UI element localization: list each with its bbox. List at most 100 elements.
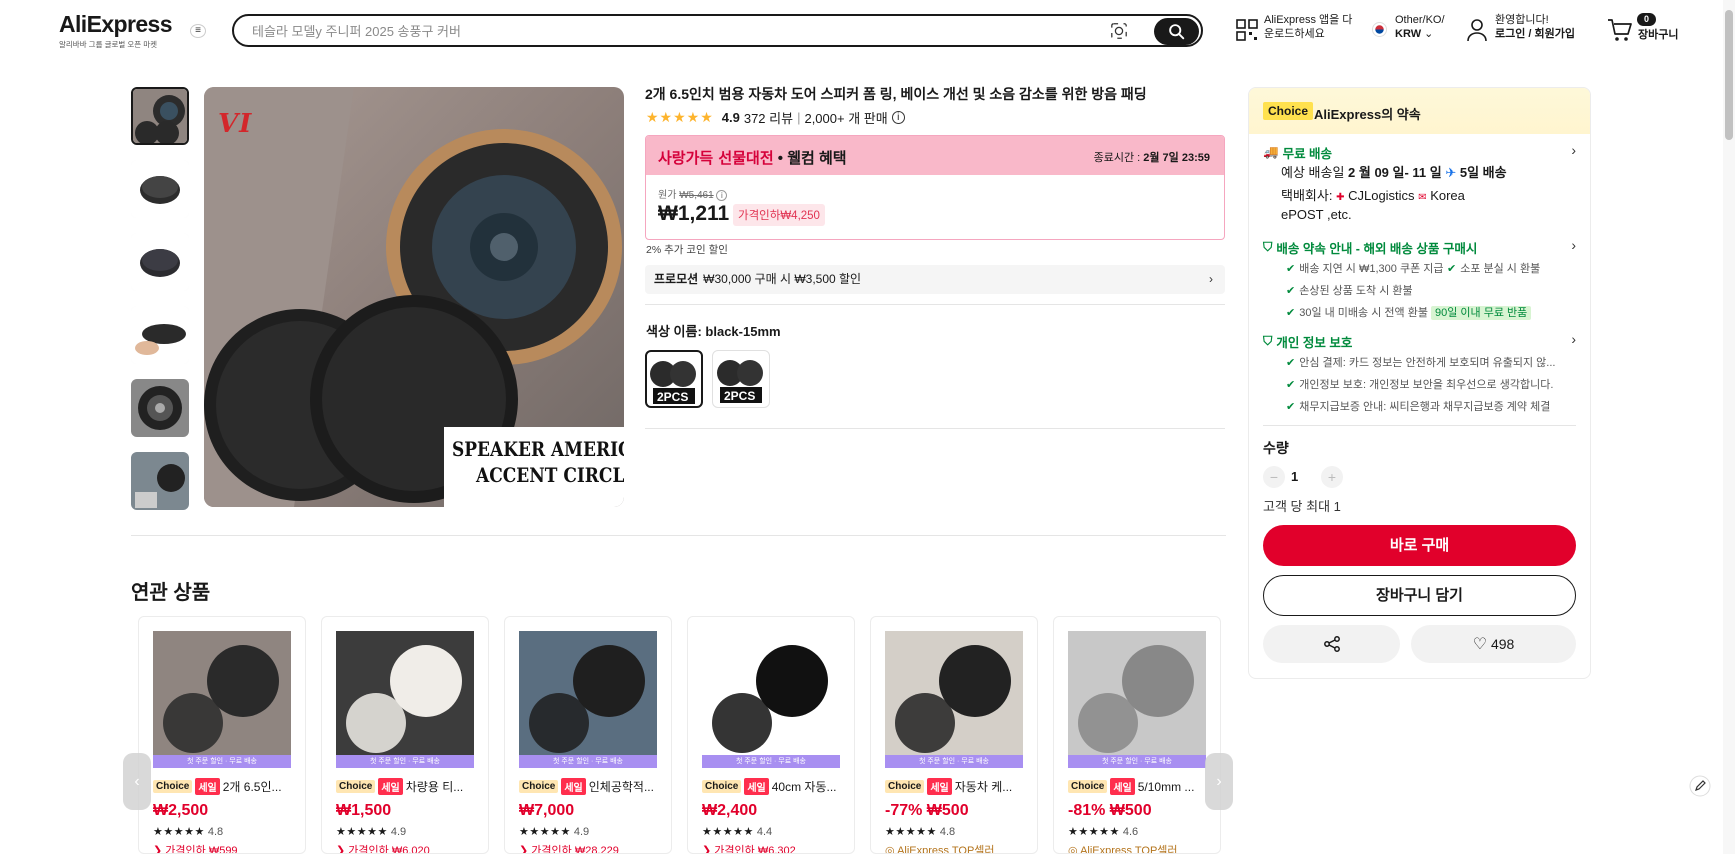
chevron-right-icon[interactable]: › xyxy=(1571,237,1576,253)
rating-stars: ★★★★★ xyxy=(702,826,754,838)
end-time-value: 2월 7일 23:59 xyxy=(1143,152,1210,164)
thumbnail[interactable] xyxy=(131,160,189,218)
thumbnail[interactable] xyxy=(131,452,189,510)
logo-text: AliExpress xyxy=(59,11,173,37)
page-scrollbar[interactable] xyxy=(1723,0,1735,854)
product-thumbnail[interactable] xyxy=(885,631,1023,755)
choice-tag: Choice xyxy=(1068,780,1108,793)
image-search-icon[interactable] xyxy=(1110,22,1128,40)
color-swatch-black-15mm[interactable]: 2PCS xyxy=(645,350,703,408)
color-label-key: 색상 이름: xyxy=(646,324,702,339)
promo-strip: 첫 주문 할인 · 무료 배송 xyxy=(885,755,1023,768)
region-currency-selector[interactable]: Other/KO/ KRW ⌄ xyxy=(1395,13,1445,41)
header: AliExpress 알리바바 그룹 글로벌 오픈 마켓 ≡ AliExpres… xyxy=(0,0,1735,60)
product-rating: ★★★★★ 4.8 xyxy=(153,825,223,838)
cart-icon[interactable] xyxy=(1607,18,1633,42)
related-product-card[interactable]: 첫 주문 할인 · 무료 배송 Choice 세일 5/10mm ... -81% ₩5… xyxy=(1053,616,1221,854)
rating-value: 4.8 xyxy=(939,826,956,838)
thumbnail[interactable] xyxy=(131,379,189,437)
product-thumbnail[interactable] xyxy=(519,631,657,755)
check-icon: ✔ xyxy=(1286,285,1296,297)
guarantee-item: ✔ 손상된 상품 도착 시 환불 xyxy=(1286,282,1413,298)
product-name: 인체공학적... xyxy=(588,780,654,794)
delivery-prefix: 예상 배송일 xyxy=(1281,165,1349,180)
free-shipping-row[interactable]: 🚚 무료 배송 xyxy=(1263,143,1332,162)
quantity-decrease-button[interactable]: − xyxy=(1263,466,1285,488)
info-icon[interactable]: i xyxy=(891,111,905,124)
discount-badge: 가격인하₩4,250 xyxy=(733,204,825,226)
cart-count-badge: 0 xyxy=(1637,13,1657,26)
product-thumbnail[interactable] xyxy=(153,631,291,755)
info-icon[interactable]: i xyxy=(716,190,728,201)
wishlist-button[interactable]: ♡ 498 xyxy=(1411,625,1576,663)
chevron-right-icon[interactable]: › xyxy=(1571,331,1576,347)
share-icon xyxy=(1323,636,1340,652)
thumbnail[interactable] xyxy=(131,306,189,364)
related-product-card[interactable]: 첫 주문 할인 · 무료 배송 Choice 세일 40cm 자동... ₩2,400 ★… xyxy=(687,616,855,854)
color-swatch-alt[interactable]: 2PCS xyxy=(712,350,770,408)
buy-now-button[interactable]: 바로 구매 xyxy=(1263,525,1576,566)
product-rating: ★★★★★ 4.8 xyxy=(885,825,955,838)
delivery-guarantee-row[interactable]: ⛉ 배송 약속 안내 - 해외 배송 상품 구매시 xyxy=(1263,238,1477,257)
promo-end-time: 종료시간 : 2월 7일 23:59 xyxy=(1094,149,1210,165)
search-input[interactable] xyxy=(252,22,1082,40)
scrollbar-thumb[interactable] xyxy=(1725,10,1733,140)
product-extra-text: 가격인하 ₩28,229 xyxy=(531,845,619,854)
carousel-prev-button[interactable]: ‹ xyxy=(123,753,151,810)
edit-icon[interactable] xyxy=(1689,775,1711,797)
menu-icon[interactable]: ≡ xyxy=(190,24,206,38)
app-download-link[interactable]: AliExpress 앱을 다 운로드하세요 xyxy=(1264,13,1352,41)
search-button[interactable] xyxy=(1154,17,1199,45)
user-icon[interactable] xyxy=(1466,18,1488,42)
choice-badge: Choice xyxy=(1263,102,1314,120)
rating-stars: ★★★★★ xyxy=(1068,826,1120,838)
delivery-estimate: 예상 배송일 2 월 09 일- 11 일 ✈ 5일 배송 xyxy=(1281,164,1507,182)
product-extra: ❯ 가격인하 ₩28,229 xyxy=(519,842,619,854)
chevron-right-icon[interactable]: › xyxy=(1571,142,1576,158)
product-rating: ★★★★★ 4.9 xyxy=(336,825,406,838)
related-products-title: 연관 상품 xyxy=(131,582,211,604)
rating-stars: ★★★★★ xyxy=(885,826,937,838)
cart-label[interactable]: 장바구니 xyxy=(1638,28,1678,42)
aliexpress-logo[interactable]: AliExpress 알리바바 그룹 글로벌 오픈 마켓 xyxy=(59,11,173,50)
privacy-shield-icon: ⛉ xyxy=(1263,334,1273,348)
promotion-row[interactable]: 프로모션 ₩30,000 구매 시 ₩3,500 할인 › xyxy=(645,265,1225,294)
privacy-row[interactable]: ⛉ 개인 정보 보호 xyxy=(1263,332,1352,351)
product-thumbnail[interactable] xyxy=(702,631,840,755)
logo-subtitle: 알리바바 그룹 글로벌 오픈 마켓 xyxy=(59,40,158,49)
review-count[interactable]: 372 리뷰 xyxy=(744,108,793,127)
thumbnail[interactable] xyxy=(131,233,189,291)
rating-stars: ★★★★★ xyxy=(646,109,714,125)
product-extra: ◎ AliExpress TOP셀러 xyxy=(885,842,995,854)
thumbnail[interactable] xyxy=(131,87,189,145)
promo-strip: 첫 주문 할인 · 무료 배송 xyxy=(1068,755,1206,768)
price-drop-icon: ❯ xyxy=(153,845,166,854)
rating-stars: ★★★★★ xyxy=(336,826,388,838)
app-download-line2: 운로드하세요 xyxy=(1264,28,1325,40)
search-icon xyxy=(1169,23,1185,39)
promo-event-name: 사랑가득 선물대전 xyxy=(658,149,774,167)
product-extra-text: AliExpress TOP셀러 xyxy=(897,845,995,854)
quantity-increase-button[interactable]: + xyxy=(1321,466,1343,488)
qr-code-icon[interactable] xyxy=(1236,19,1258,41)
add-to-cart-button[interactable]: 장바구니 담기 xyxy=(1263,575,1576,616)
quantity-value[interactable]: 1 xyxy=(1291,469,1298,484)
post-logo-icon: ✉ xyxy=(1418,192,1427,203)
share-button[interactable] xyxy=(1263,625,1400,663)
choice-tag: Choice xyxy=(702,780,742,793)
product-extra-text: AliExpress TOP셀러 xyxy=(1080,845,1178,854)
carrier-cj: CJLogistics xyxy=(1348,188,1415,203)
plane-icon: ✈ xyxy=(1445,165,1457,180)
sale-tag: 세일 xyxy=(195,778,220,795)
carousel-next-button[interactable]: › xyxy=(1205,753,1233,810)
login-link[interactable]: 환영합니다! 로그인 / 회원가입 xyxy=(1495,13,1575,41)
related-product-card[interactable]: 첫 주문 할인 · 무료 배송 Choice 세일 차량용 티... ₩1,500 ★★★… xyxy=(321,616,489,854)
product-thumbnail[interactable] xyxy=(1068,631,1206,755)
product-price: ₩7,000 xyxy=(519,802,575,819)
product-thumbnail[interactable] xyxy=(336,631,474,755)
related-product-card[interactable]: 첫 주문 할인 · 무료 배송 Choice 세일 인체공학적... ₩7,000 ★★★… xyxy=(504,616,672,854)
main-product-image[interactable]: VI SPEAKER AMERICAN ACCENT CIRCLE xyxy=(204,87,624,507)
related-product-card[interactable]: 첫 주문 할인 · 무료 배송 Choice 세일 2개 6.5인... ₩2,500 ★… xyxy=(138,616,306,854)
check-icon: ✔ xyxy=(1286,379,1296,391)
related-product-card[interactable]: 첫 주문 할인 · 무료 배송 Choice 세일 자동차 케... -77% ₩500… xyxy=(870,616,1038,854)
